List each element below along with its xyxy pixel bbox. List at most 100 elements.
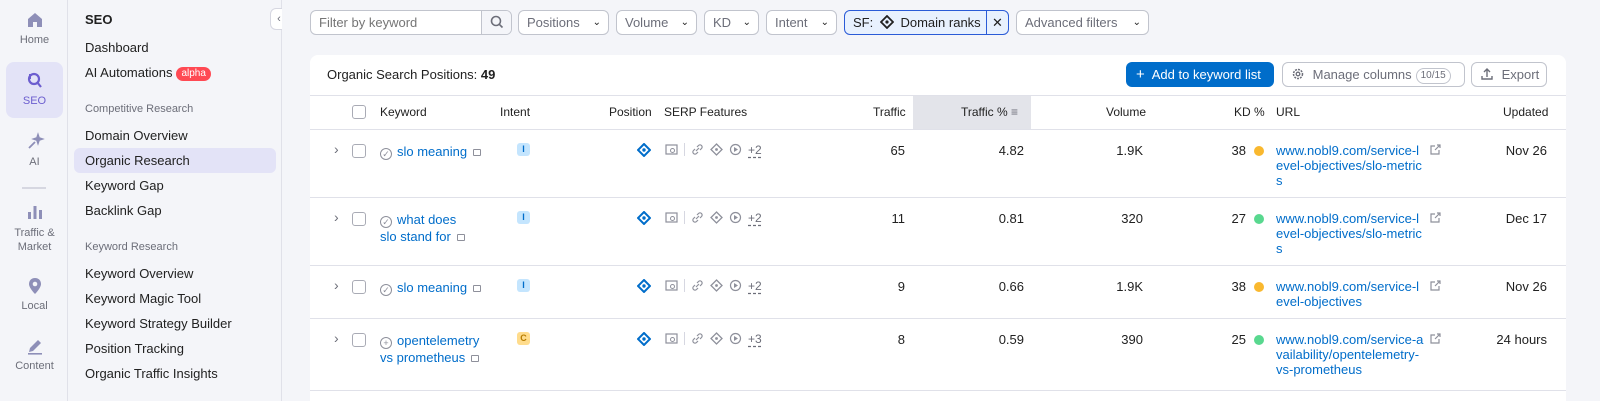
nav-item-keyword-magic-tool[interactable]: Keyword Magic Tool <box>74 286 276 311</box>
serp-divider <box>684 211 685 224</box>
keyword-link[interactable]: slo meaning <box>397 144 467 159</box>
close-icon: ✕ <box>992 15 1003 30</box>
video-icon <box>729 332 742 345</box>
more-serp-features-link[interactable]: +2 <box>748 211 762 225</box>
rail-traffic-market[interactable]: Traffic & Market <box>6 202 63 254</box>
expand-row-chevron-icon[interactable]: › <box>334 277 339 293</box>
row-checkbox[interactable] <box>352 280 366 294</box>
chevron-down-icon: ⌄ <box>680 17 689 28</box>
kd-difficulty-dot <box>1254 282 1264 292</box>
col-traffic[interactable]: Traffic <box>873 96 906 129</box>
kd-difficulty-dot <box>1254 214 1264 224</box>
table-row: › ✓ what does slo stand for I +2 11 0.81 … <box>310 198 1566 266</box>
nav-item-keyword-strategy-builder[interactable]: Keyword Strategy Builder <box>74 311 276 336</box>
nav-item-keyword-overview[interactable]: Keyword Overview <box>74 261 276 286</box>
domain-ranks-icon <box>710 211 723 224</box>
kd-difficulty-dot <box>1254 335 1264 345</box>
export-button[interactable]: Export <box>1471 62 1547 87</box>
expand-row-chevron-icon[interactable]: › <box>334 330 339 346</box>
link-icon <box>692 280 703 291</box>
rail-content[interactable]: Content <box>6 336 63 372</box>
url-link[interactable]: www.nobl9.com/service-level-objectives/s… <box>1276 143 1424 188</box>
url-link[interactable]: www.nobl9.com/service-level-objectives/s… <box>1276 211 1424 256</box>
chevron-down-icon: ⌄ <box>742 17 751 28</box>
serp-snapshot-icon[interactable] <box>471 355 480 362</box>
row-checkbox[interactable] <box>352 144 366 158</box>
col-intent[interactable]: Intent <box>500 96 530 129</box>
kd-value: 27 <box>1215 211 1264 226</box>
col-volume[interactable]: Volume <box>1106 96 1146 129</box>
intent-filter[interactable]: Intent ⌄ <box>766 10 837 35</box>
add-to-keyword-list-button[interactable]: + Add to keyword list <box>1126 62 1274 87</box>
external-link-icon[interactable] <box>1429 279 1442 292</box>
serp-features-filter-active[interactable]: SF: Domain ranks ✕ <box>844 10 1009 35</box>
col-traffic-pct[interactable]: Traffic % ≡ <box>961 96 1018 129</box>
kd-value: 38 <box>1215 279 1264 294</box>
col-position[interactable]: Position <box>609 96 652 129</box>
external-link-icon[interactable] <box>1429 211 1442 224</box>
nav-item-ai-automations[interactable]: AI Automations alpha <box>74 60 276 85</box>
sort-desc-icon: ≡ <box>1011 105 1019 119</box>
volume-value: 390 <box>1121 332 1143 347</box>
url-link[interactable]: www.nobl9.com/service-availability/opent… <box>1276 332 1424 377</box>
domain-ranks-icon <box>710 332 723 345</box>
domain-ranks-position-icon <box>637 143 651 157</box>
col-updated[interactable]: Updated <box>1503 96 1548 129</box>
alpha-badge: alpha <box>176 67 211 81</box>
advanced-filters-button[interactable]: Advanced filters ⌄ <box>1016 10 1149 35</box>
more-serp-features-link[interactable]: +2 <box>748 143 762 157</box>
intent-badge: I <box>517 211 530 224</box>
table-row: › + opentelemetry vs prometheus C +3 8 0.… <box>310 319 1566 391</box>
serp-snapshot-icon[interactable] <box>473 285 482 292</box>
search-button[interactable] <box>481 11 511 34</box>
traffic-pct-value: 0.66 <box>998 279 1024 294</box>
rail-seo[interactable]: SEO <box>6 62 63 118</box>
col-url[interactable]: URL <box>1276 96 1300 129</box>
volume-value: 320 <box>1121 211 1143 226</box>
col-serp-features[interactable]: SERP Features <box>664 96 747 129</box>
updated-value: Dec 17 <box>1505 211 1547 226</box>
rail-ai[interactable]: AI <box>6 132 63 168</box>
keyword-link[interactable]: slo meaning <box>397 280 467 295</box>
home-icon <box>27 13 42 27</box>
volume-filter[interactable]: Volume ⌄ <box>616 10 697 35</box>
nav-item-position-tracking[interactable]: Position Tracking <box>74 336 276 361</box>
keyword-link[interactable]: opentelemetry vs prometheus <box>380 333 479 365</box>
rail-divider <box>22 187 46 189</box>
external-link-icon[interactable] <box>1429 143 1442 156</box>
nav-item-dashboard[interactable]: Dashboard <box>74 35 276 60</box>
keyword-link[interactable]: what does slo stand for <box>380 212 456 244</box>
rail-local[interactable]: Local <box>6 276 63 312</box>
row-checkbox[interactable] <box>352 212 366 226</box>
row-checkbox[interactable] <box>352 333 366 347</box>
serp-snapshot-icon[interactable] <box>456 234 465 241</box>
nav-item-backlink-gap[interactable]: Backlink Gap <box>74 198 276 223</box>
nav-item-organic-research[interactable]: Organic Research <box>74 148 276 173</box>
positions-filter[interactable]: Positions ⌄ <box>518 10 609 35</box>
keyword-filter-input[interactable] <box>311 11 481 34</box>
clear-filter-button[interactable]: ✕ <box>986 11 1008 34</box>
kd-filter[interactable]: KD ⌄ <box>704 10 759 35</box>
nav-item-organic-traffic-insights[interactable]: Organic Traffic Insights <box>74 361 276 386</box>
nav-item-keyword-gap[interactable]: Keyword Gap <box>74 173 276 198</box>
more-serp-features-link[interactable]: +3 <box>748 332 762 346</box>
link-icon <box>692 212 703 223</box>
manage-columns-button[interactable]: Manage columns 10/15 <box>1282 62 1465 87</box>
positions-count: 49 <box>480 67 496 82</box>
expand-row-chevron-icon[interactable]: › <box>334 141 339 157</box>
more-serp-features-link[interactable]: +2 <box>748 279 762 293</box>
updated-value: Nov 26 <box>1505 143 1547 158</box>
col-kd[interactable]: KD % <box>1234 96 1265 129</box>
url-link[interactable]: www.nobl9.com/service-level-objectives <box>1276 279 1424 309</box>
select-all-checkbox[interactable] <box>352 105 366 119</box>
col-keyword[interactable]: Keyword <box>380 96 427 129</box>
serp-snapshot-icon[interactable] <box>473 149 482 156</box>
image-pack-icon <box>665 144 678 155</box>
traffic-value: 8 <box>897 332 905 347</box>
expand-row-chevron-icon[interactable]: › <box>334 209 339 225</box>
rail-home[interactable]: Home <box>6 10 63 46</box>
video-icon <box>729 143 742 156</box>
external-link-icon[interactable] <box>1429 332 1442 345</box>
nav-item-domain-overview[interactable]: Domain Overview <box>74 123 276 148</box>
traffic-pct-value: 0.59 <box>998 332 1024 347</box>
